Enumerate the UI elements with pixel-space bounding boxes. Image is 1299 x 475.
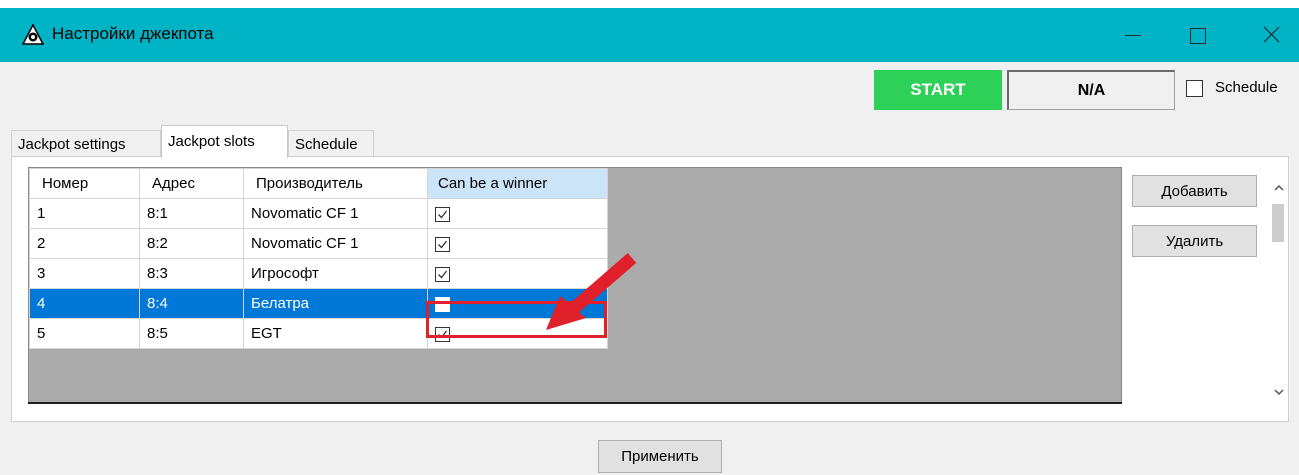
column-header-address[interactable]: Адрес — [139, 168, 244, 199]
start-button[interactable]: START — [874, 70, 1002, 110]
jackpot-settings-window: Настройки джекпота START N/A Schedule Ja… — [0, 8, 1299, 475]
delete-button[interactable]: Удалить — [1132, 225, 1257, 257]
cell-address[interactable]: 8:1 — [139, 198, 244, 229]
cell-address[interactable]: 8:3 — [139, 258, 244, 289]
maximize-icon — [1190, 28, 1206, 44]
close-button[interactable] — [1245, 8, 1299, 62]
jackpot-slots-panel: Номер Адрес Производитель Can be a winne… — [11, 156, 1289, 422]
column-header-can-be-winner[interactable]: Can be a winner — [427, 168, 608, 199]
checked-checkbox-icon[interactable] — [435, 266, 450, 282]
minimize-icon — [1125, 35, 1141, 36]
checked-checkbox-icon[interactable] — [435, 206, 450, 222]
tab-jackpot-slots[interactable]: Jackpot slots — [161, 125, 288, 158]
red-arrow-icon — [546, 253, 637, 330]
cell-number[interactable]: 3 — [29, 258, 140, 289]
grid-bottom-border — [28, 402, 1122, 404]
cell-number[interactable]: 5 — [29, 318, 140, 349]
cell-manufacturer[interactable]: EGT — [243, 318, 428, 349]
cell-manufacturer[interactable]: Белатра — [243, 288, 428, 319]
add-button[interactable]: Добавить — [1132, 175, 1257, 207]
cell-number[interactable]: 2 — [29, 228, 140, 259]
tab-schedule[interactable]: Schedule — [288, 130, 374, 158]
table-header-row: Номер Адрес Производитель Can be a winne… — [29, 168, 608, 199]
title-bar: Настройки джекпота — [0, 8, 1299, 62]
cell-can-be-winner[interactable] — [427, 198, 608, 229]
scrollbar-thumb[interactable] — [1272, 204, 1284, 242]
table-row[interactable]: 2 8:2 Novomatic CF 1 — [29, 228, 608, 259]
tab-jackpot-settings[interactable]: Jackpot settings — [11, 130, 161, 158]
cell-address[interactable]: 8:2 — [139, 228, 244, 259]
column-header-manufacturer[interactable]: Производитель — [243, 168, 428, 199]
window-title: Настройки джекпота — [52, 24, 214, 43]
cell-manufacturer[interactable]: Novomatic CF 1 — [243, 228, 428, 259]
schedule-checkbox-label[interactable]: Schedule — [1215, 79, 1278, 96]
cell-manufacturer[interactable]: Игрософт — [243, 258, 428, 289]
cell-number[interactable]: 1 — [29, 198, 140, 229]
scroll-down-icon[interactable] — [1272, 385, 1286, 399]
close-icon — [1263, 26, 1280, 43]
cell-address[interactable]: 8:4 — [139, 288, 244, 319]
app-icon — [22, 24, 44, 45]
cell-manufacturer[interactable]: Novomatic CF 1 — [243, 198, 428, 229]
apply-button[interactable]: Применить — [598, 440, 722, 473]
schedule-checkbox[interactable] — [1186, 80, 1203, 97]
scroll-up-icon[interactable] — [1272, 181, 1286, 195]
table-row[interactable]: 1 8:1 Novomatic CF 1 — [29, 198, 608, 229]
maximize-button[interactable] — [1172, 8, 1226, 62]
column-header-number[interactable]: Номер — [29, 168, 140, 199]
table-row[interactable]: 3 8:3 Игрософт — [29, 258, 608, 289]
checked-checkbox-icon[interactable] — [435, 236, 450, 252]
minimize-button[interactable] — [1106, 8, 1160, 62]
jackpot-status-field: N/A — [1007, 70, 1175, 110]
cell-number[interactable]: 4 — [29, 288, 140, 319]
cell-address[interactable]: 8:5 — [139, 318, 244, 349]
